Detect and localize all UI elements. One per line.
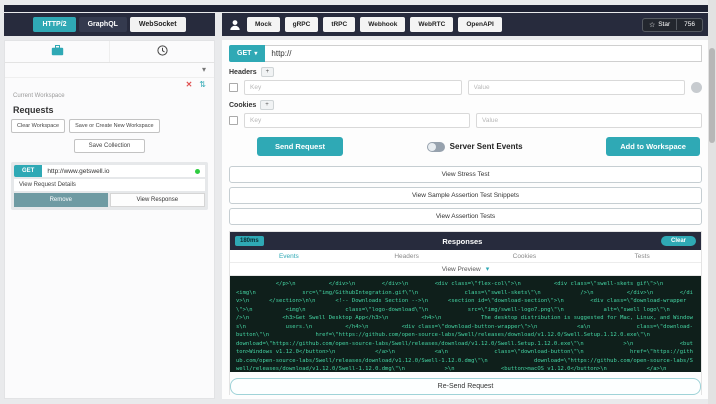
protocol-tab-bar: HTTP/2 GraphQL WebSocket	[4, 13, 215, 36]
resend-request-button[interactable]: Re-Send Request	[230, 378, 701, 395]
close-icon[interactable]: ✕	[186, 80, 193, 89]
header-row	[229, 80, 702, 95]
cookies-label: Cookies	[229, 101, 257, 109]
cookie-checkbox[interactable]	[229, 116, 238, 125]
tab-resp-headers[interactable]: Headers	[348, 253, 466, 260]
view-response-button[interactable]: View Response	[109, 193, 205, 207]
workspace-actions: ✕ ⇅	[5, 78, 214, 91]
send-request-button[interactable]: Send Request	[257, 137, 344, 156]
method-badge: GET	[14, 165, 43, 177]
url-row: GET ▾	[229, 45, 702, 62]
tab-graphql[interactable]: GraphQL	[78, 17, 127, 32]
toggle-knob	[427, 142, 436, 151]
cookie-value-input[interactable]	[476, 113, 702, 128]
titlebar	[4, 5, 709, 12]
chevron-down-icon: ▾	[254, 51, 258, 57]
tab-webrtc[interactable]: WebRTC	[410, 17, 454, 32]
app-frame: HTTP/2 GraphQL WebSocket Mock gRPC tRPC …	[4, 5, 709, 399]
tab-websocket[interactable]: WebSocket	[129, 17, 186, 32]
scrollbar-thumb[interactable]	[709, 48, 715, 143]
response-body[interactable]: </p>\n </div>\n </div>\n <div class=\"fl…	[230, 276, 701, 372]
chevron-down-icon: ▾	[485, 266, 490, 273]
requests-heading: Requests	[13, 105, 54, 115]
sidebar-tab-bar	[5, 41, 214, 63]
header-value-input[interactable]	[467, 80, 685, 95]
top-tab-bars: HTTP/2 GraphQL WebSocket Mock gRPC tRPC …	[4, 13, 709, 36]
app-window: HTTP/2 GraphQL WebSocket Mock gRPC tRPC …	[0, 0, 716, 404]
tab-http2[interactable]: HTTP/2	[33, 17, 76, 32]
remove-row-icon[interactable]	[691, 82, 702, 93]
headers-label-row: Headers +	[229, 67, 702, 77]
github-star-label: Star	[658, 21, 671, 28]
clear-response-button[interactable]: Clear	[660, 236, 696, 246]
method-select[interactable]: GET ▾	[229, 45, 266, 62]
workspace-select[interactable]: ▾	[5, 63, 214, 78]
clock-icon	[156, 43, 168, 61]
latency-badge: 180ms	[235, 236, 264, 246]
url-input[interactable]	[265, 45, 702, 62]
workspace-tab[interactable]	[5, 41, 109, 62]
view-assertion-tests-button[interactable]: View Assertion Tests	[229, 208, 702, 225]
sse-group: Server Sent Events	[426, 141, 523, 152]
tab-grpc[interactable]: gRPC	[284, 17, 319, 32]
tab-trpc[interactable]: tRPC	[323, 17, 356, 32]
add-cookie-button[interactable]: +	[260, 100, 274, 110]
view-stress-test-button[interactable]: View Stress Test	[229, 166, 702, 183]
view-assertion-snippets-button[interactable]: View Sample Assertion Test Snippets	[229, 187, 702, 204]
view-preview-label: View Preview	[441, 265, 481, 273]
chevron-down-icon: ▾	[201, 65, 206, 74]
tab-resp-cookies[interactable]: Cookies	[466, 253, 584, 260]
request-card: GET http://www.getswell.io View Request …	[11, 162, 208, 210]
sidebar: ▾ ✕ ⇅ Current Workspace Requests Clear W…	[4, 40, 215, 399]
save-collection-button[interactable]: Save Collection	[73, 139, 146, 153]
method-label: GET	[237, 50, 252, 57]
add-to-workspace-button[interactable]: Add to Workspace	[606, 137, 700, 156]
github-star-count: 756	[676, 19, 702, 30]
sse-label: Server Sent Events	[449, 142, 523, 151]
history-tab[interactable]	[109, 41, 214, 62]
star-icon: ☆	[648, 21, 656, 29]
view-request-details-button[interactable]: View Request Details	[14, 179, 205, 191]
header-checkbox[interactable]	[229, 83, 238, 92]
scrollbar[interactable]	[708, 0, 716, 404]
tab-resp-tests[interactable]: Tests	[583, 253, 701, 260]
composer-actions: Send Request Server Sent Events Add to W…	[229, 137, 702, 156]
request-summary: GET http://www.getswell.io	[14, 165, 205, 177]
view-preview-button[interactable]: View Preview ▾	[230, 263, 701, 276]
request-actions: Remove View Response	[14, 193, 205, 207]
status-dot-icon	[195, 168, 200, 174]
sse-toggle[interactable]	[426, 141, 445, 152]
remove-button[interactable]: Remove	[14, 193, 108, 207]
request-url-text: http://www.getswell.io	[47, 167, 110, 175]
tab-openapi[interactable]: OpenAPI	[458, 17, 502, 32]
current-workspace-label: Current Workspace	[13, 93, 65, 99]
main-panel: GET ▾ Headers + Cookies +	[222, 40, 709, 399]
add-header-button[interactable]: +	[260, 67, 275, 77]
headers-label: Headers	[229, 68, 257, 76]
clear-workspace-button[interactable]: Clear Workspace	[11, 119, 66, 133]
briefcase-icon	[51, 43, 64, 61]
sort-icon[interactable]: ⇅	[199, 80, 206, 89]
workspace-buttons: Clear Workspace Save or Create New Works…	[5, 119, 214, 133]
tab-mock[interactable]: Mock	[247, 17, 280, 32]
cookies-label-row: Cookies +	[229, 100, 702, 110]
tab-webhook[interactable]: Webhook	[360, 17, 406, 32]
save-workspace-button[interactable]: Save or Create New Workspace	[69, 119, 160, 133]
cookie-row	[229, 113, 702, 128]
response-panel: 180ms Responses Clear Events Headers Coo…	[229, 231, 702, 395]
request-url[interactable]: http://www.getswell.io	[42, 165, 205, 177]
header-key-input[interactable]	[244, 80, 462, 95]
feature-tab-bar: Mock gRPC tRPC Webhook WebRTC OpenAPI ☆ …	[222, 13, 709, 36]
response-header: 180ms Responses Clear	[230, 232, 701, 250]
content-area: ▾ ✕ ⇅ Current Workspace Requests Clear W…	[4, 40, 709, 399]
user-icon[interactable]	[228, 18, 242, 32]
cookie-key-input[interactable]	[244, 113, 470, 128]
responses-title: Responses	[442, 236, 483, 246]
response-tab-bar: Events Headers Cookies Tests	[230, 250, 701, 263]
github-star-button[interactable]: ☆ Star 756	[641, 17, 703, 32]
tab-events[interactable]: Events	[230, 253, 348, 260]
